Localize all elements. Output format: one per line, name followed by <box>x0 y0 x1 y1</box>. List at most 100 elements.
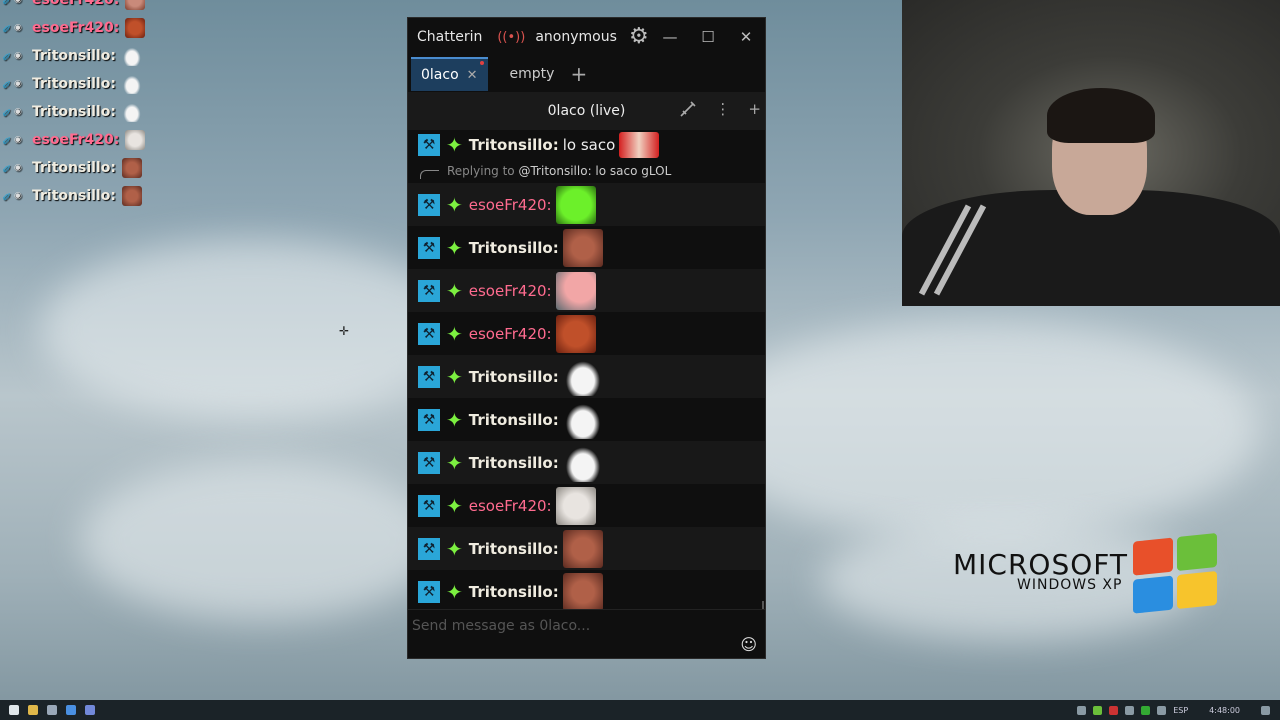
minimize-button[interactable]: — <box>651 28 689 46</box>
tray-app-icon[interactable] <box>1125 705 1135 715</box>
goose-emote[interactable] <box>562 443 603 482</box>
chat-message[interactable]: ⚒ ✦ Tritonsillo: <box>408 226 765 269</box>
vip-badge-icon[interactable]: ✦ <box>446 193 463 217</box>
moderator-badge-icon[interactable]: ⚒ <box>418 408 440 431</box>
chat-username[interactable]: Tritonsillo: <box>469 239 559 257</box>
chat-username[interactable]: Tritonsillo: <box>469 583 559 601</box>
chat-username[interactable]: Tritonsillo: <box>469 136 559 154</box>
taskbar: ESP 4:48:00 <box>0 700 1280 720</box>
moderator-badge-icon[interactable]: ⚒ <box>418 322 440 345</box>
add-tab-button[interactable]: + <box>570 62 587 86</box>
moderator-badge-icon[interactable]: ⚒ <box>418 236 440 259</box>
chat-username[interactable]: esoeFr420: <box>469 325 552 343</box>
chat-username[interactable]: esoeFr420: <box>469 196 552 214</box>
discord-icon[interactable] <box>85 705 95 715</box>
start-button-icon[interactable] <box>9 705 19 715</box>
current-user-button[interactable]: anonymous <box>535 29 617 45</box>
moderation-sword-icon[interactable] <box>679 100 697 122</box>
message-input-area[interactable]: Send message as 0laco... ☺ <box>408 609 765 658</box>
split-header: 0laco (live) ⋮ + <box>408 92 765 130</box>
maximize-button[interactable]: ☐ <box>689 28 727 46</box>
vip-badge-icon[interactable]: ✦ <box>446 236 463 260</box>
message-list[interactable]: ⚒ ✦ Tritonsillo: lo saco Replying to @Triton… <box>408 130 765 613</box>
chat-username[interactable]: Tritonsillo: <box>469 411 559 429</box>
goose-emote[interactable] <box>562 400 603 439</box>
chatterino-window: Chatterin ((•)) anonymous ⚙ — ☐ ✕ 0laco … <box>407 17 766 659</box>
chat-message[interactable]: ⚒ ✦ Tritonsillo: <box>408 355 765 398</box>
overlay-badges: ✐ ◉ <box>2 191 32 204</box>
chat-message[interactable]: ⚒ ✦ esoeFr420: <box>408 312 765 355</box>
vip-badge-icon[interactable]: ✦ <box>446 133 463 157</box>
chat-username[interactable]: esoeFr420: <box>469 497 552 515</box>
reply-context[interactable]: Replying to @Tritonsillo: lo saco gLOL <box>408 159 765 183</box>
laughing-face-emote[interactable] <box>562 572 603 611</box>
chat-message[interactable]: ⚒ ✦ esoeFr420: <box>408 269 765 312</box>
angry-face-emote[interactable] <box>555 314 596 353</box>
vip-badge-icon[interactable]: ✦ <box>446 494 463 518</box>
overlay-badges: ✐ ◉ <box>2 107 32 120</box>
notification-icon[interactable] <box>1261 705 1270 715</box>
moderator-badge-icon[interactable]: ⚒ <box>418 580 440 603</box>
laughing-face-emote[interactable] <box>562 228 603 267</box>
settings-gear-icon[interactable]: ⚙ <box>627 25 651 49</box>
vip-badge-icon[interactable]: ✦ <box>446 451 463 475</box>
tray-nvidia-icon[interactable] <box>1093 705 1103 715</box>
add-split-button[interactable]: + <box>748 100 761 122</box>
close-tab-icon[interactable]: ✕ <box>467 68 478 83</box>
moderator-badge-icon[interactable]: ⚒ <box>418 279 440 302</box>
chat-username[interactable]: Tritonsillo: <box>469 368 559 386</box>
chat-username[interactable]: Tritonsillo: <box>469 540 559 558</box>
close-button[interactable]: ✕ <box>727 28 765 46</box>
green-face-emote[interactable] <box>555 185 596 224</box>
vip-badge-icon[interactable]: ✦ <box>446 279 463 303</box>
lol-emote[interactable] <box>619 131 660 158</box>
vip-badge-icon[interactable]: ✦ <box>446 580 463 604</box>
moderator-badge-icon[interactable]: ⚒ <box>418 537 440 560</box>
tray-network-icon[interactable] <box>1077 705 1087 715</box>
chat-message[interactable]: ⚒ ✦ Tritonsillo: lo saco <box>408 130 765 159</box>
scrollbar[interactable] <box>761 130 765 613</box>
chat-message[interactable]: ⚒ ✦ Tritonsillo: <box>408 398 765 441</box>
tray-spotify-icon[interactable] <box>1141 705 1151 715</box>
reply-target[interactable]: @Tritonsillo: lo saco gLOL <box>518 164 671 178</box>
chat-message[interactable]: ⚒ ✦ esoeFr420: <box>408 183 765 226</box>
tray-language[interactable]: ESP <box>1173 706 1188 715</box>
overlay-chat-row: ✐ ◉ Tritonsillo: <box>2 154 202 182</box>
overlay-username: Tritonsillo: <box>32 48 116 64</box>
vip-badge-icon[interactable]: ✦ <box>446 537 463 561</box>
chat-username[interactable]: esoeFr420: <box>469 282 552 300</box>
moderator-badge-icon[interactable]: ⚒ <box>418 451 440 474</box>
tab-empty[interactable]: empty <box>500 58 565 90</box>
cloud <box>700 320 1260 540</box>
tray-clock[interactable]: 4:48:00 <box>1209 706 1240 715</box>
moderator-badge-icon[interactable]: ⚒ <box>418 494 440 517</box>
file-explorer-icon[interactable] <box>28 705 38 715</box>
goose-emote[interactable] <box>562 357 603 396</box>
moderator-badge-icon[interactable]: ⚒ <box>418 193 440 216</box>
vip-badge-icon[interactable]: ✦ <box>446 365 463 389</box>
tray-record-icon[interactable] <box>1109 705 1119 715</box>
laughing-face-emote[interactable] <box>562 529 603 568</box>
chat-message[interactable]: ⚒ ✦ Tritonsillo: <box>408 570 765 613</box>
more-options-icon[interactable]: ⋮ <box>715 100 730 122</box>
chat-message[interactable]: ⚒ ✦ esoeFr420: <box>408 484 765 527</box>
message-input[interactable]: Send message as 0laco... <box>412 618 590 634</box>
tray-volume-icon[interactable] <box>1157 705 1167 715</box>
moderator-badge-icon[interactable]: ⚒ <box>418 133 440 156</box>
chat-message[interactable]: ⚒ ✦ Tritonsillo: <box>408 527 765 570</box>
vip-badge-icon[interactable]: ✦ <box>446 408 463 432</box>
patrick-emote[interactable] <box>555 271 596 310</box>
tab-0laco[interactable]: 0laco ✕ <box>411 57 488 91</box>
chat-message[interactable]: ⚒ ✦ Tritonsillo: <box>408 441 765 484</box>
eye-badge-icon: ◉ <box>14 163 22 173</box>
moderator-badge-icon[interactable]: ⚒ <box>418 365 440 388</box>
steam-icon[interactable] <box>47 705 57 715</box>
live-status-icon[interactable]: ((•)) <box>497 30 525 45</box>
emote-picker-icon[interactable]: ☺ <box>740 635 757 654</box>
eye-badge-icon: ◉ <box>14 51 22 61</box>
vip-badge-icon[interactable]: ✦ <box>446 322 463 346</box>
chat-username[interactable]: Tritonsillo: <box>469 454 559 472</box>
cat-emote[interactable] <box>555 486 596 525</box>
eye-badge-icon: ◉ <box>14 191 22 201</box>
chatterino-taskbar-icon[interactable] <box>66 705 76 715</box>
